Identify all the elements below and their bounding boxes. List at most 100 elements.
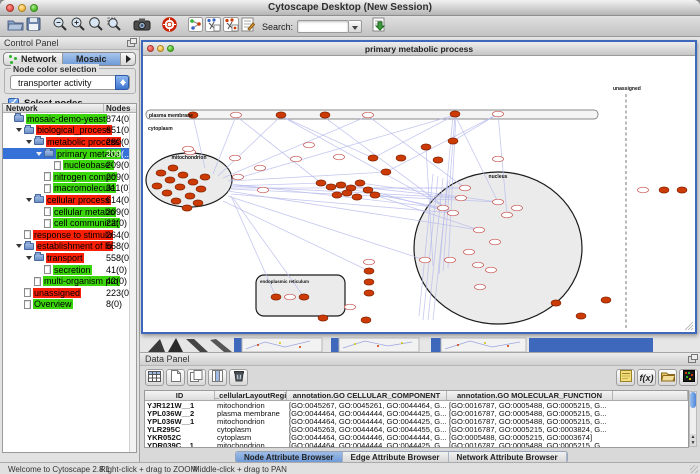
network-node[interactable] <box>299 294 309 300</box>
network-view-titlebar[interactable]: primary metabolic process <box>143 42 695 56</box>
new-attribute-button[interactable] <box>166 369 185 386</box>
import-button[interactable] <box>372 18 386 36</box>
tree-row[interactable]: secretion41(0) <box>3 264 136 276</box>
label-button[interactable] <box>616 369 635 386</box>
network-node-outline[interactable] <box>304 142 315 148</box>
network-node[interactable] <box>320 112 330 118</box>
zoom-out-button[interactable] <box>52 18 68 36</box>
snapshot-button[interactable] <box>133 18 151 36</box>
column-header[interactable]: annotation.GO CELLULAR_COMPONENT <box>287 391 447 400</box>
tree-row[interactable]: unassigned223(0) <box>3 287 136 299</box>
tree-row[interactable]: transport558(0) <box>3 252 136 264</box>
network-node[interactable] <box>355 180 365 186</box>
network-node-outline[interactable] <box>493 156 504 162</box>
network-node[interactable] <box>168 165 178 171</box>
formula-button[interactable]: f(x) <box>637 369 656 386</box>
delete-attribute-button[interactable] <box>229 369 248 386</box>
network-node[interactable] <box>677 187 687 193</box>
network-node[interactable] <box>433 157 443 163</box>
tree-row[interactable]: primary metabo209(... <box>3 148 136 160</box>
network-node-outline[interactable] <box>464 249 475 255</box>
network-view-window[interactable]: primary metabolic process plasma membran… <box>141 40 697 334</box>
tree-row[interactable]: metabolic process280(0) <box>3 136 136 148</box>
network-node-outline[interactable] <box>493 199 504 205</box>
tree-row[interactable]: nucleobase-209(0) <box>3 159 136 171</box>
network-node[interactable] <box>271 294 281 300</box>
minimized-windows[interactable] <box>140 337 699 352</box>
network-node-outline[interactable] <box>345 304 356 310</box>
zoom-selected-button[interactable] <box>106 18 122 36</box>
network-node[interactable] <box>196 186 206 192</box>
table-scrollbar-arrows[interactable]: ▲▼ <box>690 434 696 446</box>
data-panel-float-icon[interactable] <box>688 356 696 363</box>
network-node-outline[interactable] <box>448 210 459 216</box>
copy-attribute-button[interactable] <box>187 369 206 386</box>
tree-row[interactable]: cellular metabo209(0) <box>3 206 136 218</box>
tree-row[interactable]: cellular process614(0) <box>3 194 136 206</box>
tree-row[interactable]: Overview8(0) <box>3 299 136 311</box>
tree-row[interactable]: response to stimulu264(0) <box>3 229 136 241</box>
tree-row[interactable]: mosaic-demo-yeast874(0) <box>3 113 136 125</box>
network-node[interactable] <box>332 192 342 198</box>
network-node-outline[interactable] <box>512 205 523 211</box>
tree-row[interactable]: macromolecule311(0) <box>3 183 136 195</box>
network-node-outline[interactable] <box>474 227 485 233</box>
network-canvas[interactable]: plasma membranecytoplasmmitochondrionnuc… <box>143 56 695 332</box>
network-node-outline[interactable] <box>334 154 345 160</box>
network-node[interactable] <box>364 279 374 285</box>
network-node-outline[interactable] <box>291 156 302 162</box>
network-node[interactable] <box>326 184 336 190</box>
network-node[interactable] <box>601 297 611 303</box>
column-header[interactable]: _cellularLayoutRegion <box>215 391 287 400</box>
view-resize-grip[interactable] <box>691 328 693 330</box>
network-node[interactable] <box>368 155 378 161</box>
network-node-outline[interactable] <box>460 185 471 191</box>
network-node[interactable] <box>370 192 380 198</box>
resize-grip[interactable] <box>690 465 698 473</box>
network-node-outline[interactable] <box>231 112 242 118</box>
annotation-button[interactable] <box>241 18 255 36</box>
vizmapper-button[interactable] <box>188 18 203 36</box>
network-edge[interactable] <box>386 114 498 172</box>
network-node[interactable] <box>162 190 172 196</box>
tree-row[interactable]: nitrogen compo209(0) <box>3 171 136 183</box>
network-node-outline[interactable] <box>363 112 374 118</box>
network-node[interactable] <box>352 194 362 200</box>
network-node[interactable] <box>450 111 460 117</box>
network-node[interactable] <box>448 138 458 144</box>
network-node[interactable] <box>396 155 406 161</box>
layout-button-1[interactable] <box>205 18 221 36</box>
tree-row[interactable]: cell communicat22(0) <box>3 217 136 229</box>
network-node-outline[interactable] <box>473 262 484 268</box>
column-header[interactable]: ID <box>145 391 215 400</box>
window-titlebar[interactable]: Cytoscape Desktop (New Session) <box>0 0 700 16</box>
network-node-outline[interactable] <box>475 284 486 290</box>
zoom-in-button[interactable] <box>70 18 86 36</box>
tree-row[interactable]: establishment of lo558(0) <box>3 241 136 253</box>
import-attributes-button[interactable] <box>658 369 677 386</box>
network-node[interactable] <box>152 183 162 189</box>
network-node-outline[interactable] <box>233 174 244 180</box>
network-node-outline[interactable] <box>490 239 501 245</box>
network-edge[interactable] <box>236 116 321 183</box>
network-node[interactable] <box>318 315 328 321</box>
network-node-outline[interactable] <box>183 146 194 152</box>
node-color-dropdown[interactable]: transporter activity <box>10 75 130 90</box>
tab-overflow-button[interactable] <box>121 53 135 65</box>
network-node[interactable] <box>361 317 371 323</box>
column-button[interactable] <box>208 369 227 386</box>
network-node-outline[interactable] <box>486 267 497 273</box>
network-node-outline[interactable] <box>255 165 266 171</box>
search-dropdown-button[interactable] <box>349 20 362 33</box>
tree-row[interactable]: multi-organism pro42(0) <box>3 275 136 287</box>
network-node-outline[interactable] <box>638 187 649 193</box>
layout-button-2[interactable] <box>223 18 239 36</box>
network-node[interactable] <box>363 187 373 193</box>
network-node-outline[interactable] <box>364 259 375 265</box>
network-node[interactable] <box>381 169 391 175</box>
open-session-button[interactable] <box>7 18 24 36</box>
network-node[interactable] <box>316 180 326 186</box>
network-node[interactable] <box>364 290 374 296</box>
save-session-button[interactable] <box>26 18 41 36</box>
search-input[interactable] <box>297 20 349 33</box>
